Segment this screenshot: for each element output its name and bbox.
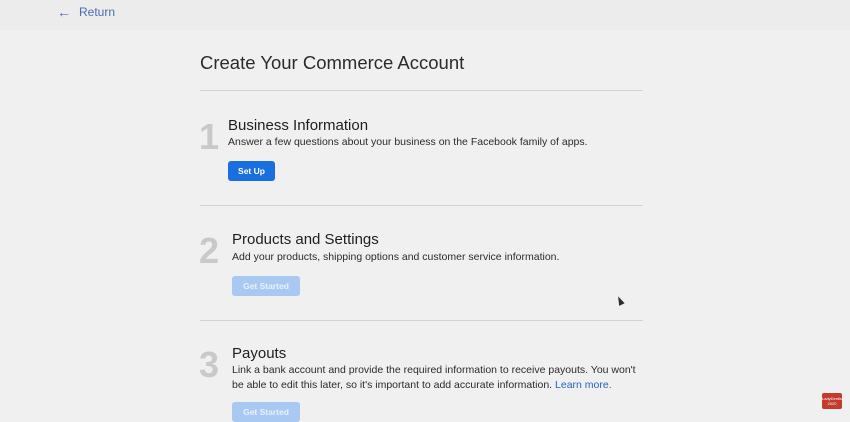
divider: [200, 90, 643, 91]
learn-more-link[interactable]: Learn more.: [555, 379, 612, 391]
step-description-payouts: Link a bank account and provide the requ…: [232, 363, 647, 392]
page-title: Create Your Commerce Account: [200, 52, 465, 73]
step-description-business-information: Answer a few questions about your busine…: [228, 136, 588, 148]
mouse-cursor-icon: [615, 295, 625, 306]
back-arrow-icon: ←: [57, 4, 71, 20]
payouts-get-started-button[interactable]: Get Started: [232, 402, 300, 422]
step-title-products-and-settings: Products and Settings: [232, 231, 379, 248]
divider: [200, 320, 643, 321]
return-link[interactable]: ← Return: [57, 4, 115, 20]
step-number-1: 1: [199, 116, 220, 157]
set-up-button[interactable]: Set Up: [228, 161, 275, 181]
step-number-2: 2: [199, 230, 220, 271]
products-get-started-button[interactable]: Get Started: [232, 276, 300, 296]
step-title-payouts: Payouts: [232, 345, 287, 362]
top-bar: ← Return: [0, 0, 850, 30]
step-title-business-information: Business Information: [228, 117, 369, 134]
return-label: Return: [79, 5, 116, 19]
step-description-products-and-settings: Add your products, shipping options and …: [232, 251, 560, 263]
channel-watermark-logo: LadyDentist 2020: [822, 393, 843, 409]
step-number-3: 3: [199, 344, 220, 385]
divider: [200, 205, 643, 206]
